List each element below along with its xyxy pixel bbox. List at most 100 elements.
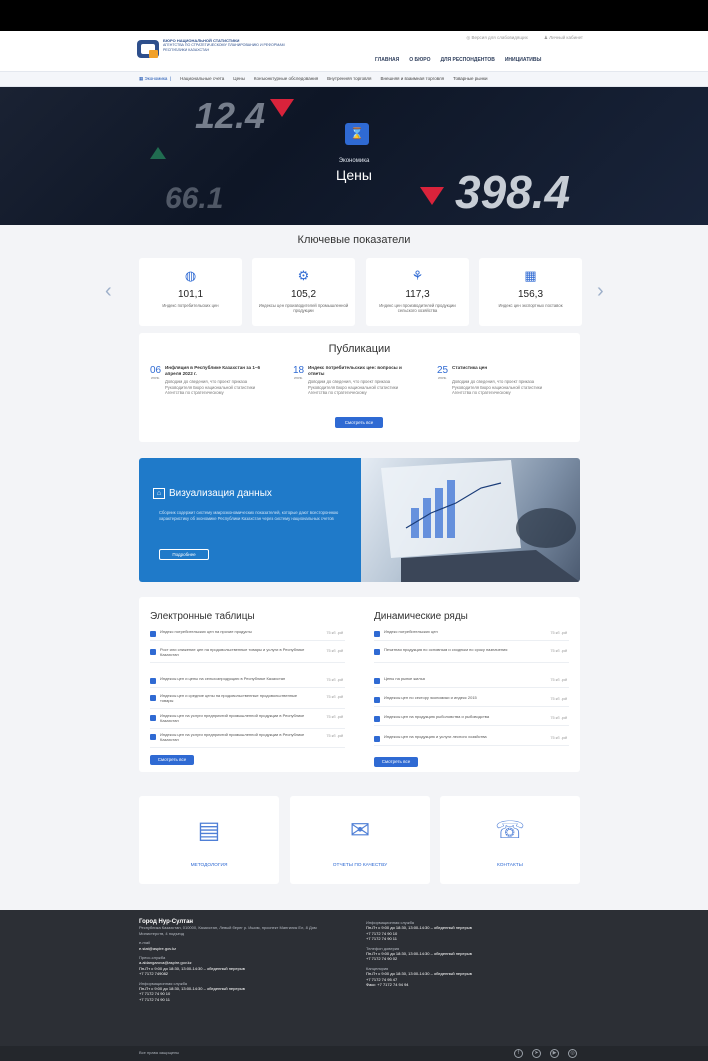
publications-panel: Публикации 06 июнь Инфляция в Республике… <box>139 333 580 442</box>
facebook-icon[interactable]: f <box>514 1049 523 1058</box>
kpi-card[interactable]: ◍ 101,1 Индекс потребительских цен <box>139 258 242 326</box>
publications-view-all-button[interactable]: Смотреть все <box>335 417 383 428</box>
youtube-icon[interactable]: ▶ <box>550 1049 559 1058</box>
chevron-left-icon[interactable]: ‹ <box>105 280 112 303</box>
table-row[interactable]: Индексы цен по сектору экономики и индек… <box>374 695 569 707</box>
file-name: Индекс потребительских цен на прочие про… <box>160 629 252 634</box>
kpi-section-title: Ключевые показатели <box>297 234 411 246</box>
table-row[interactable]: Цены на рынке жилья 75 кб .pdf <box>374 676 569 688</box>
card-label: КОНТАКТЫ <box>497 863 523 868</box>
pdf-icon <box>150 678 156 684</box>
pdf-icon <box>150 631 156 637</box>
logo-icon[interactable] <box>136 39 160 59</box>
spreadsheets-title: Электронные таблицы <box>150 611 255 622</box>
file-size: 75 кб .pdf <box>326 649 343 653</box>
publication-text: Доводим до сведения, что проект приказа … <box>308 379 399 395</box>
footer-address: Республика Казахстан, 010000, Казахстан,… <box>139 925 317 936</box>
methodology-card[interactable]: ▤ МЕТОДОЛОГИЯ <box>139 796 279 884</box>
hero-number: 66.1 <box>165 182 224 215</box>
chevron-right-icon[interactable]: › <box>597 280 604 303</box>
file-size: 75 кб .pdf <box>326 695 343 699</box>
subnav-item-foreign-trade[interactable]: Внешняя и взаимная торговля <box>380 76 444 82</box>
subnav-item-economy[interactable]: ▦ Экономика | <box>139 76 171 82</box>
account-link[interactable]: ♟ Личный кабинет <box>544 35 583 41</box>
table-row[interactable]: Индекс потребительских цен 75 кб .pdf <box>374 629 569 641</box>
nav-item-home[interactable]: ГЛАВНАЯ <box>375 57 399 63</box>
building-icon: ▦ <box>524 268 537 283</box>
publications-title: Публикации <box>328 343 391 355</box>
pdf-icon <box>374 716 380 722</box>
tables-view-all-button[interactable]: Смотреть все <box>150 755 194 765</box>
table-row[interactable]: Печатная продукция по основным и сходным… <box>374 647 569 663</box>
top-black-bar <box>0 0 708 31</box>
viz-more-button[interactable]: Подробнее <box>159 549 209 560</box>
kpi-card[interactable]: ⚘ 117,3 Индекс цен производителей продук… <box>366 258 469 326</box>
building-icon: ⌂ <box>153 488 165 499</box>
table-row[interactable]: Индексы цен на продукцию и услуги лесног… <box>374 734 569 746</box>
footer-right-column: Информационная служба Пн-Пт с 9:00 до 18… <box>366 920 546 987</box>
file-size: 75 кб .pdf <box>326 631 343 635</box>
table-row[interactable]: Индексы цен и цены на сельхозпродукцию в… <box>150 676 345 688</box>
globe-icon: ◍ <box>184 268 197 283</box>
viz-title: Визуализация данных <box>169 488 272 499</box>
publication-title: Индекс потребительских цен: вопросы и от… <box>308 365 402 376</box>
file-name: Индексы цен по сектору экономики и индек… <box>384 695 477 700</box>
hero-subtitle: Экономика <box>338 158 370 164</box>
site-footer: Город Нур-Султан Республика Казахстан, 0… <box>0 910 708 1046</box>
publication-month: июнь <box>438 376 447 380</box>
file-size: 75 кб .pdf <box>550 631 567 635</box>
kpi-label: Индекс цен экспортных поставок <box>498 303 563 308</box>
nav-item-initiatives[interactable]: ИНИЦИАТИВЫ <box>505 57 542 63</box>
laptop-photo <box>361 458 580 582</box>
hero-number: 12.4 <box>195 95 266 136</box>
subnav-item-national-accounts[interactable]: Национальные счета <box>180 76 224 82</box>
publication-day: 25 <box>437 365 449 376</box>
kpi-card[interactable]: ⚙ 105,2 Индексы цен производителей промы… <box>252 258 355 326</box>
tables-panel: Электронные таблицы Индекс потребительск… <box>139 597 580 772</box>
telegram-icon[interactable]: ➤ <box>532 1049 541 1058</box>
kpi-value: 105,2 <box>290 289 317 300</box>
subnav-item-commodity-markets[interactable]: Товарные рынки <box>453 76 487 82</box>
file-size: 75 кб .pdf <box>550 716 567 720</box>
table-row[interactable]: Индекс потребительских цен на прочие про… <box>150 629 345 641</box>
viz-panel: ⌂ Визуализация данных Сборник содержит с… <box>139 458 361 582</box>
footer-left-column: Город Нур-Султан Республика Казахстан, 0… <box>139 919 319 1002</box>
publication-title: Статистика цен <box>452 365 488 370</box>
nav-item-about[interactable]: О БЮРО <box>409 57 430 63</box>
subnav-item-domestic-trade[interactable]: Внутренняя торговля <box>327 76 371 82</box>
header-utility-links: ◎ Версия для слабовидящих ♟ Личный кабин… <box>466 35 583 41</box>
table-row[interactable]: Индексы цен и средние цены на продовольс… <box>150 693 345 709</box>
card-label: МЕТОДОЛОГИЯ <box>190 863 228 868</box>
file-size: 75 кб .pdf <box>550 736 567 740</box>
footer-office-fax: Факс: +7 7172 74 94 94 <box>366 982 409 988</box>
publication-text: Доводим до сведения, что проект приказа … <box>165 379 256 395</box>
pdf-icon <box>150 715 156 721</box>
subnav-item-prices[interactable]: Цены <box>233 76 245 82</box>
file-size: 75 кб .pdf <box>326 678 343 682</box>
vision-link[interactable]: ◎ Версия для слабовидящих <box>466 35 527 41</box>
file-name: Индексы цен на услуги предприятий промыш… <box>160 732 305 742</box>
kpi-card[interactable]: ▦ 156,3 Индекс цен экспортных поставок <box>479 258 582 326</box>
file-name: Индексы цен на продукцию и услуги лесног… <box>384 734 487 739</box>
pdf-icon <box>374 631 380 637</box>
file-size: 75 кб .pdf <box>550 649 567 653</box>
publication-text: Доводим до сведения, что проект приказа … <box>452 379 543 395</box>
kpi-value: 156,3 <box>517 289 544 300</box>
methodology-icon: ▤ <box>197 817 221 844</box>
table-row[interactable]: Индексы цен на продукцию рыболовства и р… <box>374 714 569 726</box>
table-row[interactable]: Рост или снижение цен на продовольственн… <box>150 647 345 663</box>
nav-item-respondents[interactable]: ДЛЯ РЕСПОНДЕНТОВ <box>440 57 494 63</box>
file-name: Рост или снижение цен на продовольственн… <box>160 647 305 657</box>
site-header <box>0 31 708 71</box>
contacts-card[interactable]: ☏ КОНТАКТЫ <box>440 796 580 884</box>
table-row[interactable]: Индексы цен на услуги предприятий промыш… <box>150 713 345 729</box>
subnav-item-business-surveys[interactable]: Конъюнктурные обследования <box>254 76 318 82</box>
time-series-title: Динамические ряды <box>374 611 468 622</box>
series-view-all-button[interactable]: Смотреть все <box>374 757 418 767</box>
instagram-icon[interactable]: ◎ <box>568 1049 577 1058</box>
quality-reports-card[interactable]: ✉ ОТЧЕТЫ ПО КАЧЕСТВУ <box>290 796 430 884</box>
table-row[interactable]: Индексы цен на услуги предприятий промыш… <box>150 732 345 748</box>
file-size: 75 кб .pdf <box>550 678 567 682</box>
pdf-icon <box>374 678 380 684</box>
kpi-value: 101,1 <box>177 289 204 300</box>
